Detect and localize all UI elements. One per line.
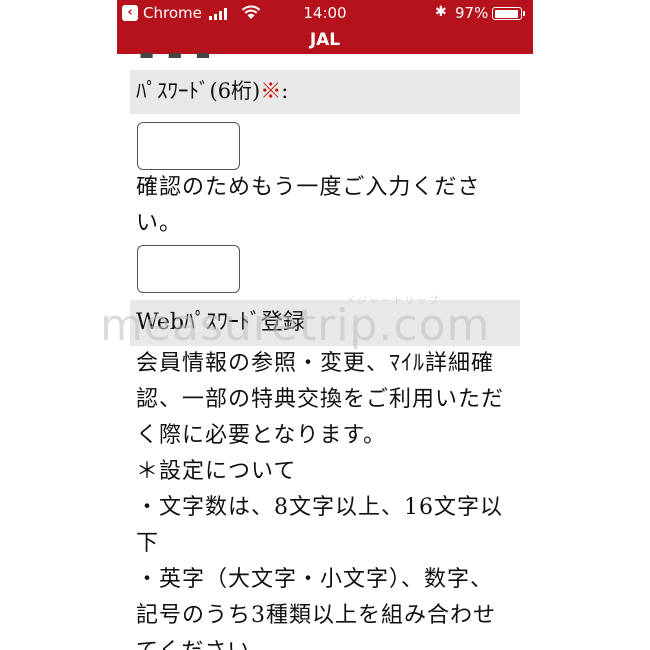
battery-icon bbox=[492, 7, 525, 20]
phone-screen: ‹ Chrome 14:00 ✱ 97% JAL ▬ ▬ ▬ ﾊﾟｽﾜｰﾄﾞ(6… bbox=[117, 0, 533, 650]
web-password-description: 会員情報の参照・変更、ﾏｲﾙ詳細確認、一部の特典交換をご利用いただく際に必要とな… bbox=[136, 346, 511, 650]
label-colon: : bbox=[281, 79, 289, 103]
description-line: 会員情報の参照・変更、ﾏｲﾙ詳細確認、一部の特典交換をご利用いただく際に必要とな… bbox=[136, 351, 505, 448]
confirm-text: 確認のためもう一度ご入力ください。 bbox=[136, 175, 481, 236]
status-bar: ‹ Chrome 14:00 ✱ 97% bbox=[117, 0, 533, 28]
required-mark: ※ bbox=[260, 79, 282, 103]
battery-percent: 97% bbox=[455, 4, 489, 22]
description-line: ・文字数は、8文字以上、16文字以下 bbox=[136, 495, 503, 556]
cut-off-text: ▬ ▬ ▬ bbox=[139, 52, 215, 58]
description-line: ・英字（大文字・小文字）、数字、記号のうち3種類以上を組み合わせてください bbox=[136, 567, 496, 650]
password-input[interactable] bbox=[137, 122, 240, 170]
password-confirm-input[interactable] bbox=[137, 245, 240, 293]
password-label-text: ﾊﾟｽﾜｰﾄﾞ(6桁) bbox=[136, 79, 261, 103]
password-label: ﾊﾟｽﾜｰﾄﾞ(6桁)※: bbox=[130, 70, 520, 114]
web-password-label: Webﾊﾟｽﾜｰﾄﾞ登録 bbox=[130, 300, 520, 346]
page-title: JAL bbox=[117, 28, 533, 54]
bluetooth-icon: ✱ bbox=[435, 4, 447, 20]
description-line: ＊設定について bbox=[136, 459, 297, 484]
